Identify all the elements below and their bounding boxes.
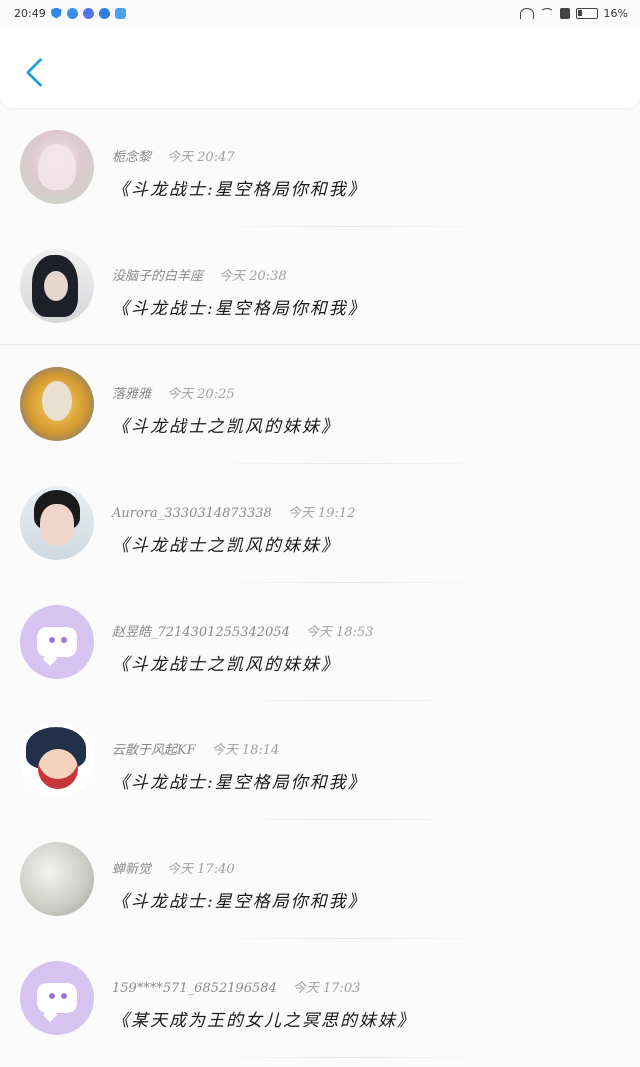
message-text: 《某天成为王的女儿之冥思的妹妹》 [112, 1010, 416, 1031]
app-notification-icon [98, 7, 110, 19]
timestamp: 今天 20:25 [167, 387, 235, 403]
battery-level: 16% [603, 6, 628, 20]
message-text: 《斗龙战士:星空格局你和我》 [112, 892, 367, 913]
user-name: 蝉新觉 [112, 862, 152, 878]
message-list: 栀念黎 今天 20:47 《斗龙战士:星空格局你和我》 没脑子的白羊座 今天 20:… [0, 108, 640, 1058]
timestamp: 今天 20:38 [219, 268, 287, 284]
status-right: 16% [519, 6, 628, 20]
timestamp: 今天 20:47 [167, 150, 235, 165]
list-item[interactable]: 蝉新觉 今天 17:40 《斗龙战士:星空格局你和我》 [0, 820, 640, 939]
speed-icon [519, 7, 534, 19]
user-name: 落雅雅 [112, 387, 152, 403]
clock: 20:49 [14, 6, 46, 20]
chat-bubble-icon [37, 626, 77, 657]
cloud-icon [114, 7, 126, 19]
battery-icon [575, 7, 598, 19]
message-text: 《斗龙战士之凯风的妹妹》 [112, 536, 340, 557]
item-meta: 蝉新觉 今天 17:40 [112, 858, 235, 877]
timestamp: 今天 19:12 [287, 506, 356, 522]
list-item[interactable]: 没脑子的白羊座 今天 20:38 《斗龙战士:星空格局你和我》 [0, 227, 640, 346]
avatar[interactable] [20, 842, 94, 917]
avatar[interactable] [20, 723, 94, 798]
app-notification-icon [66, 7, 78, 19]
status-left: 20:49 [14, 7, 126, 20]
avatar[interactable] [20, 960, 94, 1035]
divider [200, 1056, 500, 1058]
wifi-icon [539, 7, 554, 19]
alert-icon [559, 7, 570, 19]
item-meta: 栀念黎 今天 20:47 [112, 146, 235, 165]
avatar[interactable] [20, 486, 94, 561]
header-bar [0, 26, 640, 108]
status-bar: 20:49 16% [0, 0, 640, 26]
list-item[interactable]: 落雅雅 今天 20:25 《斗龙战士之凯风的妹妹》 [0, 345, 640, 465]
avatar[interactable] [20, 604, 94, 679]
timestamp: 今天 18:14 [211, 743, 280, 759]
message-text: 《斗龙战士之凯风的妹妹》 [112, 654, 340, 675]
shield-icon [50, 7, 62, 19]
list-item[interactable]: Aurora_3330314873338 今天 19:12 《斗龙战士之凯风的妹妹… [0, 464, 640, 583]
avatar[interactable] [20, 130, 94, 204]
message-text: 《斗龙战士:星空格局你和我》 [112, 298, 367, 319]
back-button[interactable] [20, 54, 48, 94]
user-name: 赵昱皓_7214301255342054 [112, 624, 290, 640]
user-name: 没脑子的白羊座 [112, 268, 204, 284]
timestamp: 今天 18:53 [305, 624, 374, 640]
item-meta: 没脑子的白羊座 今天 20:38 [112, 265, 287, 284]
list-item[interactable]: 栀念黎 今天 20:47 《斗龙战士:星空格局你和我》 [0, 108, 640, 227]
item-meta: 赵昱皓_7214301255342054 今天 18:53 [112, 621, 373, 640]
timestamp: 今天 17:40 [167, 862, 235, 878]
user-name: Aurora_3330314873338 [112, 506, 272, 522]
user-name: 栀念黎 [112, 150, 152, 165]
item-meta: 落雅雅 今天 20:25 [112, 383, 235, 402]
user-name: 云散于风起KF [112, 743, 196, 759]
message-text: 《斗龙战士之凯风的妹妹》 [112, 417, 340, 438]
music-notification-icon [82, 7, 94, 19]
timestamp: 今天 17:03 [292, 980, 361, 996]
chat-bubble-icon [37, 982, 77, 1013]
user-name: 159****571_6852196584 [112, 980, 277, 996]
avatar[interactable] [20, 367, 94, 442]
item-meta: Aurora_3330314873338 今天 19:12 [112, 502, 355, 521]
message-text: 《斗龙战士:星空格局你和我》 [112, 180, 367, 200]
message-text: 《斗龙战士:星空格局你和我》 [112, 773, 367, 794]
list-item[interactable]: 赵昱皓_7214301255342054 今天 18:53 《斗龙战士之凯风的妹妹… [0, 583, 640, 702]
list-item[interactable]: 159****571_6852196584 今天 17:03 《某天成为王的女儿之… [0, 939, 640, 1058]
item-meta: 159****571_6852196584 今天 17:03 [112, 977, 360, 996]
avatar[interactable] [20, 248, 94, 323]
list-item[interactable]: 云散于风起KF 今天 18:14 《斗龙战士:星空格局你和我》 [0, 701, 640, 821]
item-meta: 云散于风起KF 今天 18:14 [112, 739, 279, 758]
